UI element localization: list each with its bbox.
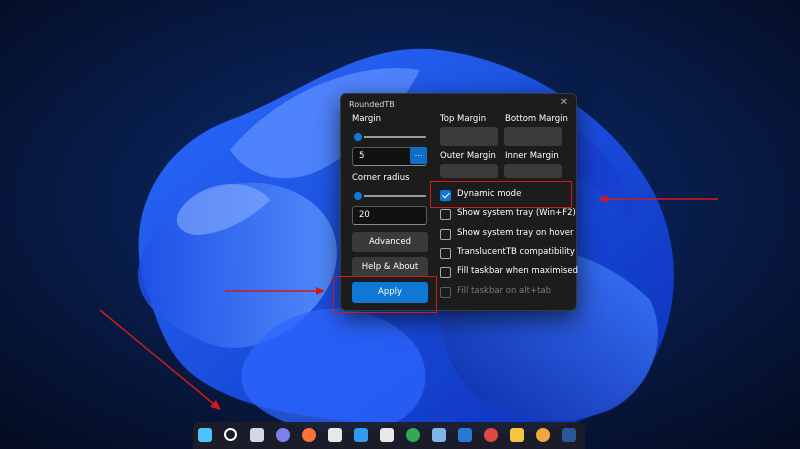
- margin-more-button[interactable]: ...: [410, 147, 427, 164]
- taskbar: [193, 422, 585, 449]
- option-label: Fill taskbar when maximised: [457, 266, 578, 276]
- checkbox[interactable]: [440, 229, 451, 240]
- margin-slider-thumb[interactable]: [352, 131, 364, 143]
- start-icon[interactable]: [198, 428, 212, 442]
- margin-slider[interactable]: [352, 131, 426, 143]
- option-label: Show system tray (Win+F2): [457, 208, 576, 218]
- roundedtb-icon[interactable]: [380, 428, 394, 442]
- snipping-tool-icon[interactable]: [328, 428, 342, 442]
- onedrive-icon[interactable]: [354, 428, 368, 442]
- notepad-icon[interactable]: [432, 428, 446, 442]
- chat-icon[interactable]: [276, 428, 290, 442]
- option-label: TranslucentTB compatibility: [457, 247, 575, 257]
- task-view-icon[interactable]: [250, 428, 264, 442]
- top-margin-field[interactable]: [440, 127, 498, 146]
- bottom-margin-field[interactable]: [504, 127, 562, 146]
- search-icon[interactable]: [224, 428, 237, 441]
- chrome-canary-icon[interactable]: [536, 428, 550, 442]
- highlight-apply: [333, 276, 437, 313]
- inner-margin-field[interactable]: [504, 164, 562, 178]
- chrome-icon[interactable]: [406, 428, 420, 442]
- corner-radius-label: Corner radius: [352, 173, 410, 183]
- option-label: Fill taskbar on alt+tab: [457, 286, 552, 296]
- close-icon[interactable]: ✕: [560, 97, 568, 108]
- checkbox[interactable]: [440, 248, 451, 259]
- checkbox: [440, 287, 451, 298]
- word-icon[interactable]: [562, 428, 576, 442]
- mail-icon[interactable]: [458, 428, 472, 442]
- option-label: Show system tray on hover: [457, 228, 574, 238]
- inner-margin-label: Inner Margin: [505, 151, 559, 161]
- firefox-icon[interactable]: [302, 428, 316, 442]
- top-margin-label: Top Margin: [440, 114, 487, 124]
- margin-value: 5: [359, 151, 365, 161]
- window-title: RoundedTB: [349, 100, 395, 109]
- wheel-icon[interactable]: [484, 428, 498, 442]
- help-about-button[interactable]: Help & About: [352, 257, 428, 277]
- advanced-button[interactable]: Advanced: [352, 232, 428, 252]
- desktop: RoundedTB ✕ Margin 5 ... Corner radius 2…: [0, 0, 800, 449]
- checkbox[interactable]: [440, 267, 451, 278]
- outer-margin-label: Outer Margin: [440, 151, 496, 161]
- corner-radius-input[interactable]: 20: [352, 206, 427, 225]
- file-explorer-icon[interactable]: [510, 428, 524, 442]
- corner-radius-slider-thumb[interactable]: [352, 190, 364, 202]
- corner-radius-value: 20: [359, 210, 370, 220]
- corner-radius-slider[interactable]: [352, 190, 426, 202]
- checkbox[interactable]: [440, 209, 451, 220]
- bottom-margin-label: Bottom Margin: [505, 114, 568, 124]
- highlight-dynamic-mode: [430, 181, 572, 208]
- outer-margin-field[interactable]: [440, 164, 498, 178]
- margin-label: Margin: [352, 114, 382, 124]
